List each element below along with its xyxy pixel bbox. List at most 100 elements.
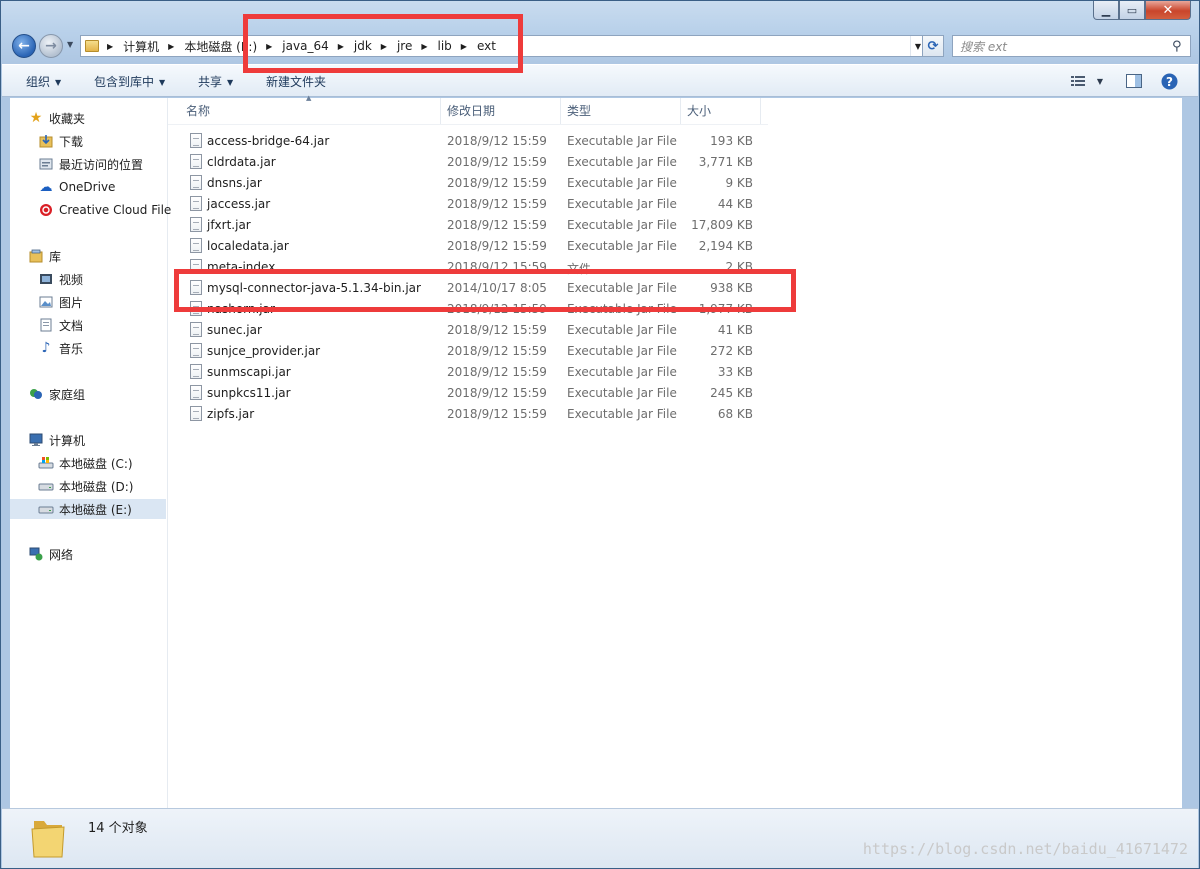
nav-recent-places[interactable]: 最近访问的位置 [38, 154, 143, 174]
column-header-date[interactable]: 修改日期 [441, 98, 561, 124]
breadcrumb-separator-icon[interactable]: ▶ [168, 42, 174, 51]
nav-videos[interactable]: 视频 [38, 269, 83, 289]
column-header-size[interactable]: 大小 [681, 98, 761, 124]
file-row[interactable]: jaccess.jar 2018/9/12 15:59 Executable Jar… [178, 194, 760, 215]
arrow-left-icon: ← [18, 38, 30, 54]
column-header-type[interactable]: 类型 [561, 98, 681, 124]
annotation-box-path [243, 14, 523, 73]
recent-pages-dropdown[interactable]: ▼ [67, 40, 73, 49]
svg-text:?: ? [1166, 75, 1173, 89]
watermark-text: https://blog.csdn.net/baidu_41671472 [862, 840, 1188, 858]
file-size: 33 KB [717, 365, 753, 379]
content-area: ★ 收藏夹 下载 最近访问的位置 ☁ OneDrive Creative Cloud… [10, 94, 1182, 808]
nav-creative-cloud[interactable]: Creative Cloud File [38, 200, 171, 220]
file-type: Executable Jar File [567, 155, 677, 169]
file-name: jaccess.jar [207, 197, 271, 211]
file-type: Executable Jar File [567, 176, 677, 190]
chevron-down-icon: ▼ [67, 40, 74, 49]
nav-drive-c[interactable]: 本地磁盘 (C:) [38, 453, 133, 473]
forward-button[interactable]: → [39, 34, 63, 58]
file-row[interactable]: sunec.jar 2018/9/12 15:59 Executable Jar F… [178, 320, 760, 341]
column-header-name[interactable]: 名称 [180, 98, 441, 124]
file-size: 44 KB [717, 197, 753, 211]
file-row[interactable]: sunpkcs11.jar 2018/9/12 15:59 Executable J… [178, 383, 760, 404]
nav-drive-d[interactable]: 本地磁盘 (D:) [38, 476, 133, 496]
nav-onedrive-label: OneDrive [59, 180, 116, 194]
nav-creative-cloud-label: Creative Cloud File [59, 203, 172, 217]
nav-downloads[interactable]: 下载 [38, 131, 83, 151]
file-row[interactable]: sunjce_provider.jar 2018/9/12 15:59 Execut… [178, 341, 760, 362]
minimize-icon: ▁ [1101, 3, 1111, 17]
file-date: 2018/9/12 15:59 [447, 176, 547, 190]
file-row[interactable]: jfxrt.jar 2018/9/12 15:59 Executable Jar F… [178, 215, 760, 236]
back-button[interactable]: ← [12, 34, 36, 58]
file-date: 2018/9/12 15:59 [447, 155, 547, 169]
file-name: sunpkcs11.jar [207, 386, 291, 400]
nav-documents[interactable]: 文档 [38, 315, 83, 335]
file-type: Executable Jar File [567, 344, 677, 358]
nav-network-label: 网络 [49, 547, 74, 562]
file-date: 2018/9/12 15:59 [447, 407, 547, 421]
file-row[interactable]: cldrdata.jar 2018/9/12 15:59 Executable Ja… [178, 152, 760, 173]
help-button[interactable]: ? [1160, 72, 1178, 90]
file-row[interactable]: access-bridge-64.jar 2018/9/12 15:59 Execu… [178, 131, 760, 152]
file-type: Executable Jar File [567, 386, 677, 400]
minimize-button[interactable]: ▁ [1093, 1, 1119, 20]
breadcrumb-separator-icon[interactable]: ▶ [107, 42, 113, 51]
file-name: zipfs.jar [207, 407, 255, 421]
file-row[interactable]: dnsns.jar 2018/9/12 15:59 Executable Jar F… [178, 173, 760, 194]
nav-onedrive[interactable]: ☁ OneDrive [38, 177, 116, 197]
nav-recent-places-label: 最近访问的位置 [59, 157, 144, 172]
nav-music[interactable]: ♪ 音乐 [38, 338, 83, 358]
nav-computer[interactable]: 计算机 [28, 430, 85, 450]
organize-button[interactable]: 组织 ▼ [26, 73, 61, 90]
file-type: Executable Jar File [567, 239, 677, 253]
file-size: 9 KB [725, 176, 753, 190]
search-box[interactable]: 搜索 ext ⚲ [952, 35, 1191, 57]
file-list-pane: ▲ 名称 修改日期 类型 大小 access-bridge-64.jar 2018… [168, 94, 1182, 808]
file-size: 3,771 KB [698, 155, 753, 169]
view-options-button[interactable] [1070, 72, 1086, 90]
include-in-library-button[interactable]: 包含到库中 ▼ [94, 73, 165, 90]
file-size: 17,809 KB [691, 218, 753, 232]
maximize-button[interactable]: ▭ [1119, 1, 1145, 20]
file-icon [190, 154, 202, 169]
chevron-down-icon: ▼ [227, 78, 234, 87]
file-name: localedata.jar [207, 239, 289, 253]
breadcrumb-computer[interactable]: 计算机 [123, 38, 159, 55]
file-icon [190, 364, 202, 379]
nav-favorites[interactable]: ★ 收藏夹 [28, 108, 85, 128]
share-button[interactable]: 共享 ▼ [198, 73, 233, 90]
nav-pictures[interactable]: 图片 [38, 292, 83, 312]
nav-libraries[interactable]: 库 [28, 246, 61, 266]
nav-computer-label: 计算机 [49, 433, 86, 448]
item-count: 14 个对象 [88, 821, 148, 836]
file-row[interactable]: sunmscapi.jar 2018/9/12 15:59 Executable J… [178, 362, 760, 383]
refresh-button[interactable]: ⟳ [922, 35, 944, 57]
recent-places-icon [38, 156, 54, 172]
file-date: 2018/9/12 15:59 [447, 365, 547, 379]
file-type: Executable Jar File [567, 407, 677, 421]
file-row[interactable]: zipfs.jar 2018/9/12 15:59 Executable Jar F… [178, 404, 760, 425]
nav-homegroup[interactable]: 家庭组 [28, 384, 85, 404]
nav-drive-e[interactable]: 本地磁盘 (E:) [10, 499, 166, 519]
file-date: 2018/9/12 15:59 [447, 386, 547, 400]
close-button[interactable]: ✕ [1145, 1, 1191, 20]
nav-network[interactable]: 网络 [28, 544, 73, 564]
view-dropdown[interactable]: ▼ [1094, 72, 1106, 90]
file-date: 2018/9/12 15:59 [447, 218, 547, 232]
file-name: sunec.jar [207, 323, 262, 337]
new-folder-button[interactable]: 新建文件夹 [266, 73, 326, 90]
search-input[interactable]: 搜索 ext [960, 38, 1172, 55]
file-size: 41 KB [717, 323, 753, 337]
file-name: sunmscapi.jar [207, 365, 291, 379]
organize-label: 组织 [26, 75, 51, 89]
nav-videos-label: 视频 [59, 272, 84, 287]
homegroup-icon [28, 386, 44, 402]
search-icon[interactable]: ⚲ [1172, 39, 1190, 54]
cloud-icon: ☁ [39, 179, 53, 195]
file-row[interactable]: localedata.jar 2018/9/12 15:59 Executable … [178, 236, 760, 257]
file-name: cldrdata.jar [207, 155, 276, 169]
nav-pictures-label: 图片 [59, 295, 84, 310]
preview-pane-button[interactable] [1125, 72, 1143, 90]
